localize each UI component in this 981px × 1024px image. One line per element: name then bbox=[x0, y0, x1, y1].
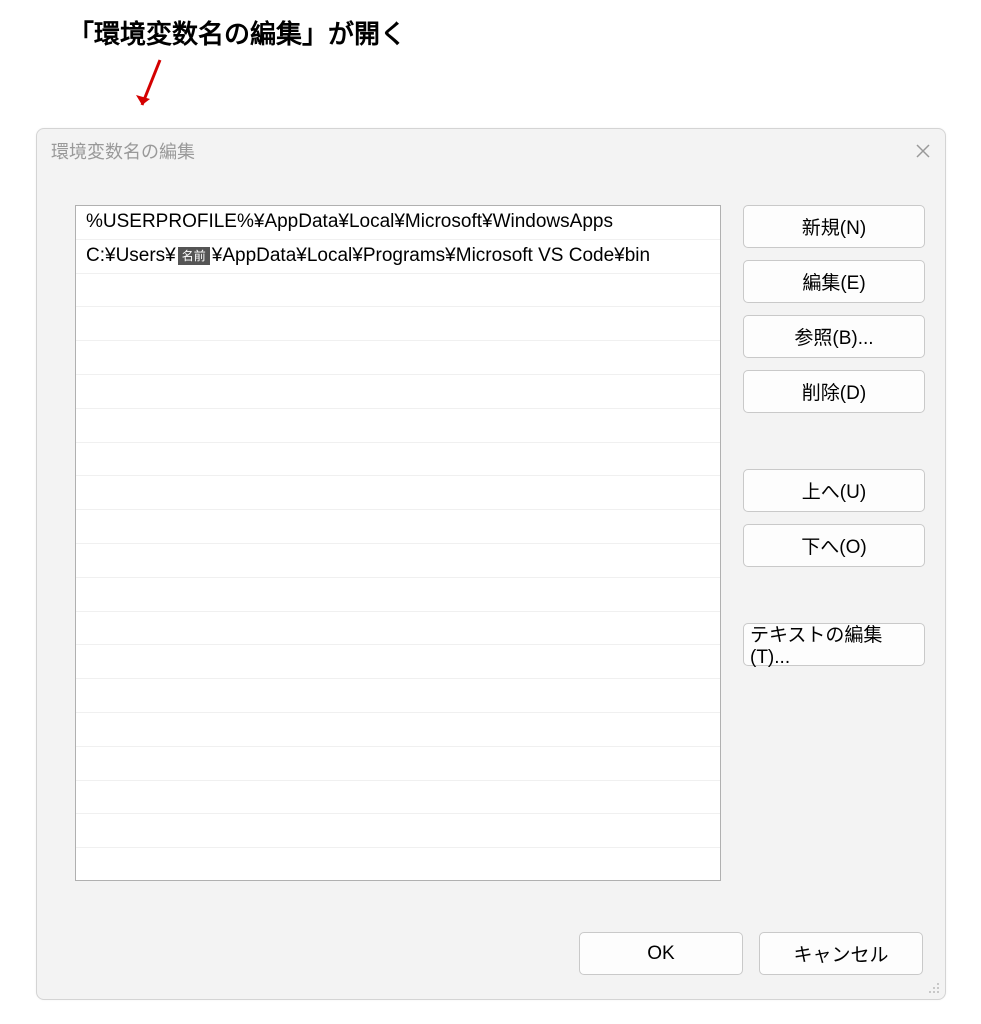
list-item[interactable] bbox=[76, 375, 720, 409]
delete-button[interactable]: 削除(D) bbox=[743, 370, 925, 413]
close-icon[interactable] bbox=[911, 139, 935, 163]
list-item[interactable] bbox=[76, 848, 720, 881]
list-item-text-suffix: ¥AppData¥Local¥Programs¥Microsoft VS Cod… bbox=[212, 245, 650, 267]
list-item[interactable] bbox=[76, 612, 720, 646]
list-item[interactable] bbox=[76, 341, 720, 375]
list-item[interactable] bbox=[76, 679, 720, 713]
list-item[interactable] bbox=[76, 578, 720, 612]
move-down-button[interactable]: 下へ(O) bbox=[743, 524, 925, 567]
list-item[interactable] bbox=[76, 476, 720, 510]
ok-button[interactable]: OK bbox=[579, 932, 743, 975]
annotation-arrow-icon bbox=[130, 55, 170, 115]
list-item[interactable] bbox=[76, 544, 720, 578]
edit-text-button[interactable]: テキストの編集(T)... bbox=[743, 623, 925, 666]
dialog-footer: OK キャンセル bbox=[37, 926, 945, 999]
list-item[interactable] bbox=[76, 274, 720, 308]
list-item[interactable] bbox=[76, 781, 720, 815]
side-button-column: 新規(N) 編集(E) 参照(B)... 削除(D) 上へ(U) 下へ(O) テ… bbox=[743, 205, 925, 916]
list-item[interactable] bbox=[76, 510, 720, 544]
edit-env-var-dialog: 環境変数名の編集 %USERPROFILE%¥AppData¥Local¥Mic… bbox=[36, 128, 946, 1000]
move-up-button[interactable]: 上へ(U) bbox=[743, 469, 925, 512]
list-item[interactable] bbox=[76, 645, 720, 679]
dialog-titlebar: 環境変数名の編集 bbox=[37, 129, 945, 173]
edit-button[interactable]: 編集(E) bbox=[743, 260, 925, 303]
new-button[interactable]: 新規(N) bbox=[743, 205, 925, 248]
list-item[interactable] bbox=[76, 713, 720, 747]
path-listbox[interactable]: %USERPROFILE%¥AppData¥Local¥Microsoft¥Wi… bbox=[75, 205, 721, 881]
dialog-body: %USERPROFILE%¥AppData¥Local¥Microsoft¥Wi… bbox=[37, 173, 945, 926]
dialog-title: 環境変数名の編集 bbox=[51, 138, 195, 164]
list-item[interactable]: %USERPROFILE%¥AppData¥Local¥Microsoft¥Wi… bbox=[76, 206, 720, 240]
list-item[interactable] bbox=[76, 814, 720, 848]
list-item[interactable]: C:¥Users¥名前¥AppData¥Local¥Programs¥Micro… bbox=[76, 240, 720, 274]
list-item-text-prefix: C:¥Users¥ bbox=[86, 245, 176, 267]
redacted-username: 名前 bbox=[178, 247, 210, 265]
list-item[interactable] bbox=[76, 747, 720, 781]
browse-button[interactable]: 参照(B)... bbox=[743, 315, 925, 358]
cancel-button[interactable]: キャンセル bbox=[759, 932, 923, 975]
annotation-caption: 「環境変数名の編集」が開く bbox=[68, 14, 406, 51]
list-item[interactable] bbox=[76, 307, 720, 341]
list-item-text: %USERPROFILE%¥AppData¥Local¥Microsoft¥Wi… bbox=[86, 211, 613, 233]
list-item[interactable] bbox=[76, 443, 720, 477]
list-item[interactable] bbox=[76, 409, 720, 443]
resize-grip-icon[interactable] bbox=[925, 979, 941, 995]
